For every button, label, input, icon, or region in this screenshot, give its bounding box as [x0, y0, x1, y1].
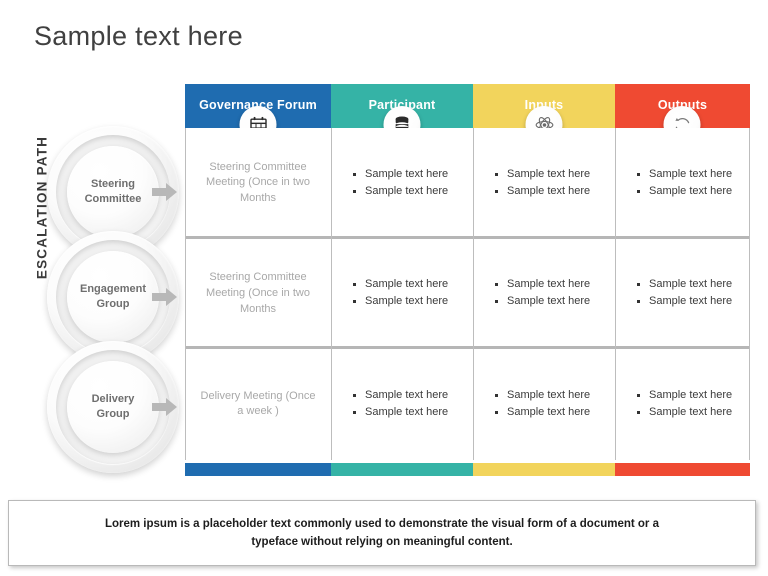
footer-band-outputs — [615, 463, 750, 476]
cell-governance-forum: Delivery Meeting (Once a week ) — [185, 349, 331, 460]
table-footer-band — [185, 463, 750, 476]
meeting-text: Steering Committee Meeting (Once in two … — [206, 271, 310, 315]
arrow-right-icon — [152, 398, 178, 416]
list-item: Sample text here — [636, 167, 732, 183]
cell-outputs: Sample text here Sample text here — [615, 349, 750, 460]
list-item: Sample text here — [494, 405, 590, 421]
bullet-list: Sample text here Sample text here — [473, 276, 590, 311]
list-item: Sample text here — [494, 277, 590, 293]
circle-ring-inner: Engagement Group — [67, 251, 159, 343]
cell-inputs: Sample text here Sample text here — [473, 349, 615, 460]
column-divider — [749, 128, 750, 460]
stage-label-line1: Delivery — [91, 393, 135, 406]
table-row: Delivery Meeting (Once a week ) Sample t… — [185, 349, 750, 460]
meeting-text: Delivery Meeting (Once a week ) — [200, 389, 316, 418]
list-item: Sample text here — [352, 277, 448, 293]
list-item: Sample text here — [352, 184, 448, 200]
list-item: Sample text here — [494, 388, 590, 404]
stage-label: Steering Committee — [79, 177, 148, 206]
column-divider — [473, 128, 474, 460]
circle-ring-inner: Steering Committee — [67, 146, 159, 238]
footer-note-text: Lorem ipsum is a placeholder text common… — [104, 517, 660, 548]
list-item: Sample text here — [352, 167, 448, 183]
cell-governance-forum: Steering Committee Meeting (Once in two … — [185, 239, 331, 350]
list-item: Sample text here — [352, 294, 448, 310]
cell-inputs: Sample text here Sample text here — [473, 239, 615, 350]
bullet-list: Sample text here Sample text here — [331, 387, 448, 422]
bullet-list: Sample text here Sample text here — [615, 166, 732, 201]
stage-label-line2: Group — [96, 298, 130, 310]
stage-label-line1: Steering — [90, 178, 135, 191]
arrow-right-icon — [152, 183, 178, 201]
list-item: Sample text here — [494, 167, 590, 183]
cell-inputs: Sample text here Sample text here — [473, 128, 615, 239]
page-title: Sample text here — [34, 21, 243, 51]
footer-note-box: Lorem ipsum is a placeholder text common… — [8, 500, 756, 566]
cell-participant: Sample text here Sample text here — [331, 128, 473, 239]
stage-label-line1: Engagement — [79, 283, 146, 296]
governance-matrix: Governance Forum Participant Inputs Outp… — [185, 84, 750, 476]
cell-outputs: Sample text here Sample text here — [615, 239, 750, 350]
cell-participant: Sample text here Sample text here — [331, 349, 473, 460]
cell-governance-forum: Steering Committee Meeting (Once in two … — [185, 128, 331, 239]
bullet-list: Sample text here Sample text here — [615, 387, 732, 422]
arrow-right-icon — [152, 288, 178, 306]
table-body: Steering Committee Meeting (Once in two … — [185, 128, 750, 460]
meeting-text: Steering Committee Meeting (Once in two … — [206, 160, 310, 205]
stage-label-line2: Committee — [84, 193, 142, 205]
list-item: Sample text here — [352, 405, 448, 421]
table-row: Steering Committee Meeting (Once in two … — [185, 239, 750, 350]
list-item: Sample text here — [636, 277, 732, 293]
cell-participant: Sample text here Sample text here — [331, 239, 473, 350]
bullet-list: Sample text here Sample text here — [331, 166, 448, 201]
footer-band-participant — [331, 463, 473, 476]
table-row: Steering Committee Meeting (Once in two … — [185, 128, 750, 239]
list-item: Sample text here — [636, 388, 732, 404]
footer-band-inputs — [473, 463, 615, 476]
column-divider — [331, 128, 332, 460]
slide-canvas: Sample text here ESCALATION PATH Steerin… — [0, 0, 768, 576]
bullet-list: Sample text here Sample text here — [473, 387, 590, 422]
list-item: Sample text here — [352, 388, 448, 404]
bullet-list: Sample text here Sample text here — [615, 276, 732, 311]
list-item: Sample text here — [636, 405, 732, 421]
list-item: Sample text here — [636, 294, 732, 310]
list-item: Sample text here — [494, 294, 590, 310]
stage-label-line2: Group — [96, 408, 130, 420]
column-divider — [185, 128, 186, 460]
bullet-list: Sample text here Sample text here — [473, 166, 590, 201]
bullet-list: Sample text here Sample text here — [331, 276, 448, 311]
stage-label: Engagement Group — [74, 282, 152, 311]
footer-band-governance-forum — [185, 463, 331, 476]
cell-outputs: Sample text here Sample text here — [615, 128, 750, 239]
column-divider — [615, 128, 616, 460]
stage-label: Delivery Group — [86, 392, 141, 421]
list-item: Sample text here — [636, 184, 732, 200]
circle-ring-inner: Delivery Group — [67, 361, 159, 453]
list-item: Sample text here — [494, 184, 590, 200]
